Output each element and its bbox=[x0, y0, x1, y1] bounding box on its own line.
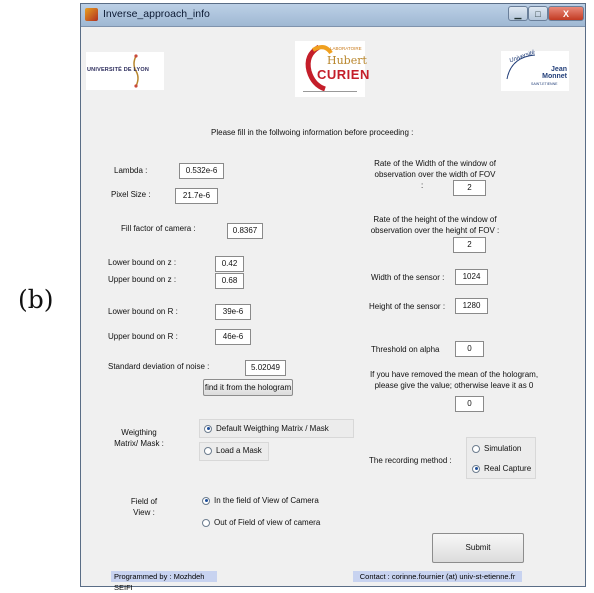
jm-name-text: Jean Monnet bbox=[542, 66, 567, 80]
width-rate-label-l2: observation over the width of FOV bbox=[374, 170, 496, 179]
maximize-icon: □ bbox=[535, 9, 541, 19]
close-button[interactable]: X bbox=[548, 6, 584, 21]
recording-method-label: The recording method : bbox=[369, 456, 452, 465]
radio-selected-icon[interactable] bbox=[202, 496, 210, 505]
mean-label-l2: please give the value; otherwise leave i… bbox=[374, 381, 534, 390]
figure-label: (b) bbox=[18, 285, 54, 314]
sensor-height-input[interactable]: 1280 bbox=[455, 298, 488, 314]
upper-z-input[interactable]: 0.68 bbox=[215, 273, 244, 289]
contact-info: Contact : corinne.fournier (at) univ-st-… bbox=[353, 571, 522, 582]
fov-label-l2: View : bbox=[133, 508, 155, 517]
radio-unselected-icon[interactable] bbox=[204, 446, 212, 455]
noise-label: Standard deviation of noise : bbox=[108, 362, 210, 371]
lower-r-label: Lower bound on R : bbox=[108, 307, 178, 316]
minimize-icon: ▁ bbox=[514, 9, 522, 19]
app-window: Inverse_approach_info ▁ □ X UNIVERSITÉ D… bbox=[80, 3, 586, 587]
sensor-height-label: Height of the sensor : bbox=[369, 302, 446, 311]
weighting-option-load-label: Load a Mask bbox=[216, 446, 262, 455]
upper-r-input[interactable]: 46e-6 bbox=[215, 329, 251, 345]
instruction-text: Please fill in the follwoing information… bbox=[211, 128, 414, 137]
matlab-app-icon bbox=[85, 8, 98, 21]
height-rate-input[interactable]: 2 bbox=[453, 237, 486, 253]
recording-option-real-capture[interactable]: Real Capture bbox=[472, 464, 531, 473]
curien-name-text: CURIEN bbox=[317, 67, 370, 82]
fov-option-in[interactable]: In the field of View of Camera bbox=[202, 496, 319, 505]
fov-option-in-label: In the field of View of Camera bbox=[214, 496, 319, 505]
hubert-lab-text: LABORATOIRE bbox=[330, 46, 362, 51]
noise-input[interactable]: 5.02049 bbox=[245, 360, 286, 376]
window-title: Inverse_approach_info bbox=[103, 8, 210, 20]
radio-selected-icon[interactable] bbox=[472, 464, 480, 473]
alpha-label: Threshold on alpha bbox=[371, 345, 440, 354]
form-content: UNIVERSITÉ DE LYON LABORATOIRE Hubert CU… bbox=[81, 27, 585, 586]
height-rate-label-l1: Rate of the height of the window of bbox=[373, 215, 497, 224]
radio-unselected-icon[interactable] bbox=[202, 518, 210, 527]
recording-option-real-label: Real Capture bbox=[484, 464, 532, 473]
upper-z-label: Upper bound on z : bbox=[108, 275, 177, 284]
width-rate-label-l1: Rate of the Width of the window of bbox=[374, 159, 496, 168]
title-bar[interactable]: Inverse_approach_info ▁ □ X bbox=[81, 4, 585, 27]
maximize-button[interactable]: □ bbox=[528, 6, 548, 21]
recording-option-simulation-label: Simulation bbox=[484, 444, 522, 453]
fov-label-l1: Field of bbox=[130, 497, 158, 506]
hubert-curien-logo: LABORATOIRE Hubert CURIEN bbox=[295, 41, 369, 97]
recording-option-simulation[interactable]: Simulation bbox=[472, 444, 521, 453]
fill-factor-label: Fill factor of camera : bbox=[121, 224, 196, 233]
width-rate-input[interactable]: 2 bbox=[453, 180, 486, 196]
weighting-option-default[interactable]: Default Weigthing Matrix / Mask bbox=[204, 424, 329, 433]
height-rate-label-l2: observation over the height of FOV : bbox=[370, 226, 500, 235]
weighting-label-l1: Weigthing bbox=[121, 428, 157, 437]
pixel-size-input[interactable]: 21.7e-6 bbox=[175, 188, 218, 204]
width-rate-label-l3: : bbox=[421, 181, 424, 190]
weighting-option-default-label: Default Weigthing Matrix / Mask bbox=[216, 424, 329, 433]
sensor-width-label: Width of the sensor : bbox=[371, 273, 445, 282]
fov-option-out[interactable]: Out of Field of view of camera bbox=[202, 518, 320, 527]
fov-option-out-label: Out of Field of view of camera bbox=[214, 518, 321, 527]
close-icon: X bbox=[562, 9, 569, 19]
weighting-label-l2: Matrix/ Mask : bbox=[114, 439, 164, 448]
lyon-logo-text: UNIVERSITÉ DE LYON bbox=[87, 67, 150, 73]
universite-de-lyon-logo: UNIVERSITÉ DE LYON bbox=[86, 52, 164, 90]
sensor-width-input[interactable]: 1024 bbox=[455, 269, 488, 285]
fill-factor-input[interactable]: 0.8367 bbox=[227, 223, 263, 239]
pixel-size-label: Pixel Size : bbox=[111, 190, 151, 199]
mean-input[interactable]: 0 bbox=[455, 396, 484, 412]
radio-selected-icon[interactable] bbox=[204, 424, 212, 433]
lower-z-label: Lower bound on z : bbox=[108, 258, 177, 267]
jm-sub-text: SAINT-ETIENNE bbox=[531, 82, 558, 86]
lower-r-input[interactable]: 39e-6 bbox=[215, 304, 251, 320]
find-from-hologram-button[interactable]: find it from the hologram bbox=[203, 379, 293, 396]
jean-monnet-logo: Université Jean Monnet SAINT-ETIENNE bbox=[501, 50, 569, 91]
lambda-input[interactable]: 0.532e-6 bbox=[179, 163, 224, 179]
alpha-input[interactable]: 0 bbox=[455, 341, 484, 357]
hubert-name-text: Hubert bbox=[327, 54, 367, 67]
mean-label-l1: If you have removed the mean of the holo… bbox=[369, 370, 539, 379]
submit-button[interactable]: Submit bbox=[432, 533, 524, 563]
lambda-label: Lambda : bbox=[114, 166, 148, 175]
weighting-option-load-mask[interactable]: Load a Mask bbox=[204, 446, 262, 455]
minimize-button[interactable]: ▁ bbox=[508, 6, 528, 21]
upper-r-label: Upper bound on R : bbox=[108, 332, 178, 341]
lower-z-input[interactable]: 0.42 bbox=[215, 256, 244, 272]
radio-unselected-icon[interactable] bbox=[472, 444, 480, 453]
programmer-credit: Programmed by : Mozhdeh SEIFI bbox=[111, 571, 217, 592]
